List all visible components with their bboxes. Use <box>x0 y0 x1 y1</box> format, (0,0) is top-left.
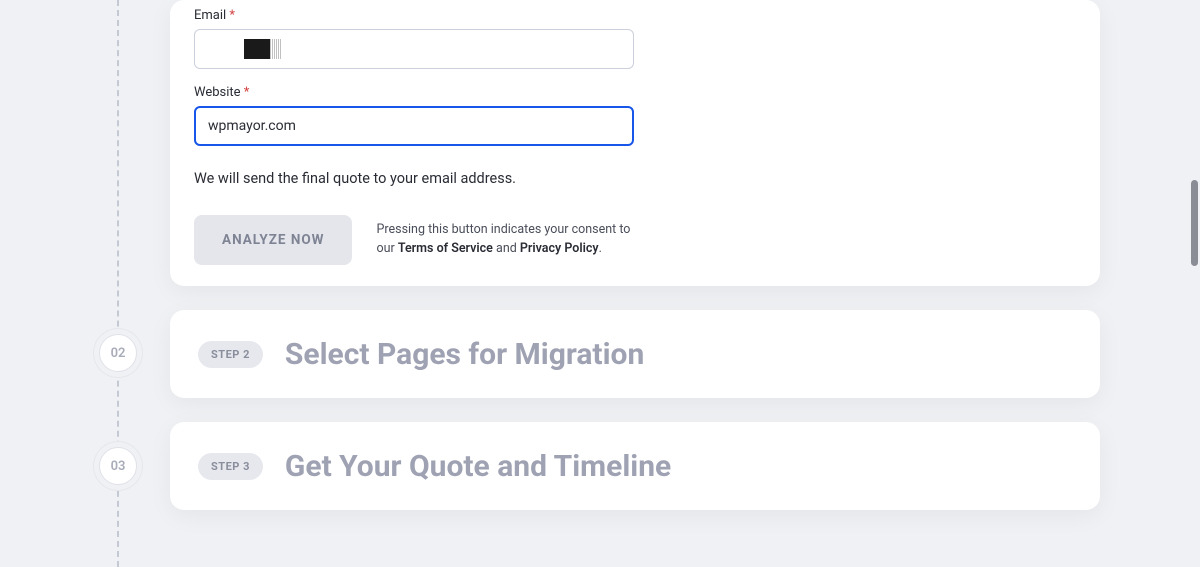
terms-link[interactable]: Terms of Service <box>398 241 493 256</box>
cursor-artifact <box>244 39 270 59</box>
consent-and: and <box>493 241 520 256</box>
info-text: We will send the final quote to your ema… <box>194 170 1076 187</box>
website-input[interactable] <box>194 106 634 146</box>
email-label: Email * <box>194 8 1076 23</box>
step-circle-03: 03 <box>99 447 137 485</box>
privacy-link[interactable]: Privacy Policy <box>520 241 599 256</box>
analyze-button[interactable]: ANALYZE NOW <box>194 215 352 265</box>
step-number-02: 02 <box>111 346 126 361</box>
required-star: * <box>244 85 250 100</box>
consent-text: Pressing this button indicates your cons… <box>376 221 636 259</box>
step-3-title: Get Your Quote and Timeline <box>285 449 671 484</box>
action-row: ANALYZE NOW Pressing this button indicat… <box>194 215 1076 265</box>
step-3-card[interactable]: STEP 3 Get Your Quote and Timeline <box>170 422 1100 510</box>
step-3-pill: STEP 3 <box>198 453 263 480</box>
email-label-text: Email <box>194 8 226 23</box>
scrollbar-thumb[interactable] <box>1191 180 1198 266</box>
step-2-card[interactable]: STEP 2 Select Pages for Migration <box>170 310 1100 398</box>
website-label-text: Website <box>194 85 241 100</box>
consent-suffix: . <box>599 241 602 256</box>
step-number-03: 03 <box>111 459 126 474</box>
email-field-group: Email * <box>194 8 1076 69</box>
step-1-card: Email * Website * We will send the final… <box>170 0 1100 286</box>
step-2-title: Select Pages for Migration <box>285 337 644 372</box>
step-circle-02: 02 <box>99 334 137 372</box>
step-2-pill: STEP 2 <box>198 341 263 368</box>
cursor-artifact-stripe <box>270 39 282 59</box>
website-label: Website * <box>194 85 1076 100</box>
email-input-wrapper <box>194 29 634 69</box>
website-field-group: Website * <box>194 85 1076 146</box>
required-star: * <box>229 8 235 23</box>
